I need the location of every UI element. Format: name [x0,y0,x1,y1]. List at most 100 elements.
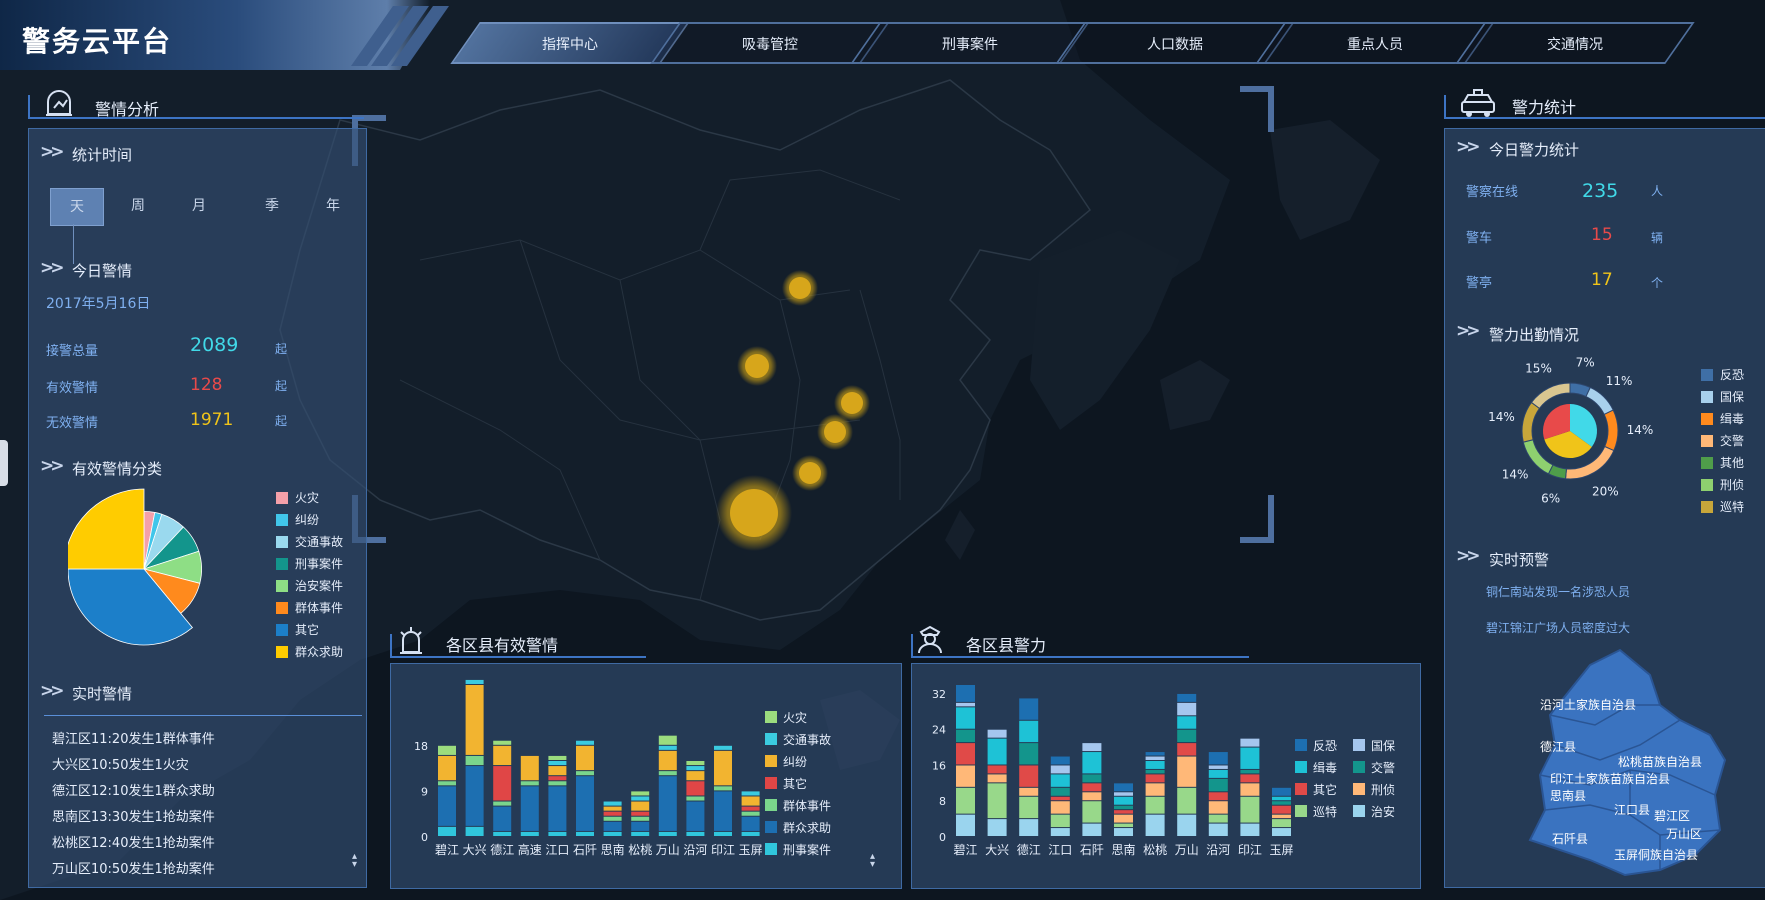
bar-segment[interactable] [658,776,677,831]
bar-segment[interactable] [956,707,975,729]
bar-segment[interactable] [956,685,975,702]
district-alarm-bar-chart[interactable]: 0 9 18 碧江 大兴 德江 高速 江口 石阡 思南 松桃 万山 沿河 印江 玉屏 火灾交通事故纠纷其它群体… [400,670,880,882]
bar-segment[interactable] [686,831,705,836]
bar-segment[interactable] [1177,743,1197,756]
bar-segment[interactable] [548,755,567,760]
nav-tab-drug-control[interactable]: 吸毒管控 [650,22,890,64]
bar-segment[interactable] [956,814,975,836]
bar-segment[interactable] [987,774,1007,783]
bar-segment[interactable] [1240,783,1260,796]
bar-segment[interactable] [1177,814,1197,836]
bar-segment[interactable] [465,679,484,684]
bar-segment[interactable] [548,831,567,836]
bar-segment[interactable] [741,816,760,831]
bar-segment[interactable] [1272,796,1291,801]
donut-segment[interactable] [1603,409,1619,452]
realtime-alarm-item[interactable]: 万山区10:50发生1抢劫案件 [52,858,215,877]
bar-segment[interactable] [1050,801,1070,814]
bar-segment[interactable] [658,771,677,776]
bar-segment[interactable] [1114,796,1133,805]
bar-segment[interactable] [1145,796,1165,814]
bar-segment[interactable] [603,811,622,816]
bar-segment[interactable] [548,761,567,766]
bar-segment[interactable] [1272,801,1291,805]
bar-segment[interactable] [1208,769,1228,778]
bar-segment[interactable] [631,796,650,801]
bar-segment[interactable] [1082,774,1102,783]
bar-segment[interactable] [686,771,705,781]
realtime-alarm-item[interactable]: 德江区12:10发生1群众求助 [52,780,215,799]
time-tab-month[interactable]: 月 [173,188,225,224]
bar-segment[interactable] [1050,796,1070,801]
donut-segment[interactable] [1585,386,1614,416]
bar-segment[interactable] [1272,805,1291,814]
bar-segment[interactable] [631,816,650,821]
bar-segment[interactable] [741,791,760,796]
bar-segment[interactable] [1019,765,1039,787]
bar-segment[interactable] [741,831,760,836]
bar-segment[interactable] [1145,783,1165,796]
bar-segment[interactable] [686,781,705,796]
time-tab-day[interactable]: 天 [50,188,104,226]
duty-donut-chart[interactable]: 7% 11% 14% 20% 6% 14% 14% 15% [1470,355,1670,515]
bar-segment[interactable] [493,745,512,766]
bar-segment[interactable] [1177,702,1197,716]
bar-segment[interactable] [686,796,705,801]
bar-segment[interactable] [1177,729,1197,743]
bar-segment[interactable] [493,801,512,806]
bar-segment[interactable] [714,745,732,750]
bar-segment[interactable] [603,831,622,836]
bar-segment[interactable] [1114,792,1133,796]
bar-segment[interactable] [1019,720,1039,743]
bar-segment[interactable] [1272,787,1291,796]
bar-segment[interactable] [956,787,975,814]
bar-segment[interactable] [465,685,484,755]
bar-segment[interactable] [714,786,732,791]
time-tab-week[interactable]: 周 [112,188,164,224]
bar-segment[interactable] [1240,747,1260,769]
bar-segment[interactable] [1050,828,1070,836]
bar-segment[interactable] [1208,778,1228,792]
bar-segment[interactable] [658,735,677,745]
bar-segment[interactable] [1019,743,1039,765]
bar-segment[interactable] [603,806,622,811]
realtime-alarm-item[interactable]: 大兴区10:50发生1火灾 [52,754,189,773]
bar-segment[interactable] [631,791,650,796]
bar-segment[interactable] [1272,828,1291,836]
bar-segment[interactable] [1050,765,1070,774]
bar-segment[interactable] [465,755,484,766]
realtime-alarm-item[interactable]: 思南区13:30发生1抢劫案件 [52,806,215,825]
bar-segment[interactable] [686,766,705,771]
bar-segment[interactable] [1114,783,1133,792]
bar-segment[interactable] [741,806,760,811]
bar-segment[interactable] [603,801,622,806]
bar-segment[interactable] [1050,774,1070,787]
bar-segment[interactable] [1082,823,1102,836]
bar-segment[interactable] [956,729,975,743]
pie-slice-7[interactable] [68,488,145,570]
bar-segment[interactable] [1177,787,1197,814]
bar-segment[interactable] [548,781,567,786]
bar-segment[interactable] [1240,796,1260,823]
bar-segment[interactable] [520,786,539,831]
bar-segment[interactable] [1082,801,1102,823]
district-police-bar-chart[interactable]: 0 8 16 24 32 碧江 大兴 德江 江口 石阡 思南 松桃 万山 沿河 印江 玉屏 反恐 国保缉毒 交警其它… [920,670,1410,882]
bar-segment[interactable] [1208,752,1228,765]
bar-segment[interactable] [438,781,456,786]
bar-segment[interactable] [1145,756,1165,760]
bar-segment[interactable] [576,740,594,745]
bar-segment[interactable] [1019,796,1039,819]
bar-segment[interactable] [465,826,484,836]
nav-tab-command-center[interactable]: 指挥中心 [450,22,690,64]
bar-segment[interactable] [987,765,1007,774]
bar-segment[interactable] [956,765,975,787]
bar-segment[interactable] [1208,792,1228,801]
bar-segment[interactable] [741,796,760,806]
bar-segment[interactable] [1145,774,1165,783]
bar-segment[interactable] [987,729,1007,738]
bar-segment[interactable] [1240,769,1260,774]
scroll-arrows-icon[interactable]: ▴ ▾ [352,852,357,870]
bar-segment[interactable] [1240,774,1260,783]
collapse-handle[interactable] [0,440,8,486]
bar-segment[interactable] [1208,814,1228,823]
